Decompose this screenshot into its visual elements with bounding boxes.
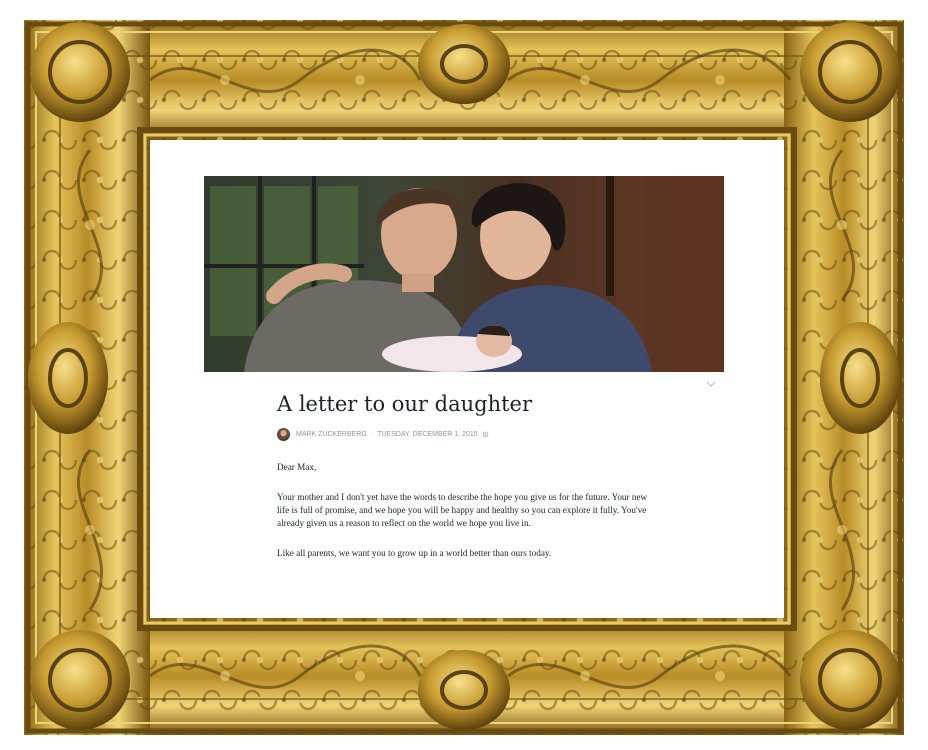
note-page: A letter to our daughter MARK ZUCKERBERG… bbox=[150, 140, 784, 618]
greeting: Dear Max, bbox=[277, 462, 317, 472]
body-paragraph-1: Your mother and I don't yet have the wor… bbox=[277, 492, 648, 528]
framed-note-composite: A letter to our daughter MARK ZUCKERBERG… bbox=[0, 0, 928, 750]
avatar[interactable] bbox=[277, 427, 290, 441]
author-name[interactable]: MARK ZUCKERBERG bbox=[296, 431, 367, 438]
chevron-down-icon[interactable] bbox=[706, 380, 716, 388]
publish-date[interactable]: TUESDAY, DECEMBER 1, 2015 bbox=[377, 431, 478, 438]
note-byline: MARK ZUCKERBERG · TUESDAY, DECEMBER 1, 2… bbox=[277, 427, 489, 441]
globe-icon[interactable] bbox=[482, 431, 489, 438]
byline-separator: · bbox=[370, 430, 374, 438]
cover-photo bbox=[204, 176, 724, 372]
note-title: A letter to our daughter bbox=[277, 392, 533, 416]
note-body: Dear Max, Your mother and I don't yet ha… bbox=[277, 461, 657, 577]
body-paragraph-2: Like all parents, we want you to grow up… bbox=[277, 548, 552, 558]
